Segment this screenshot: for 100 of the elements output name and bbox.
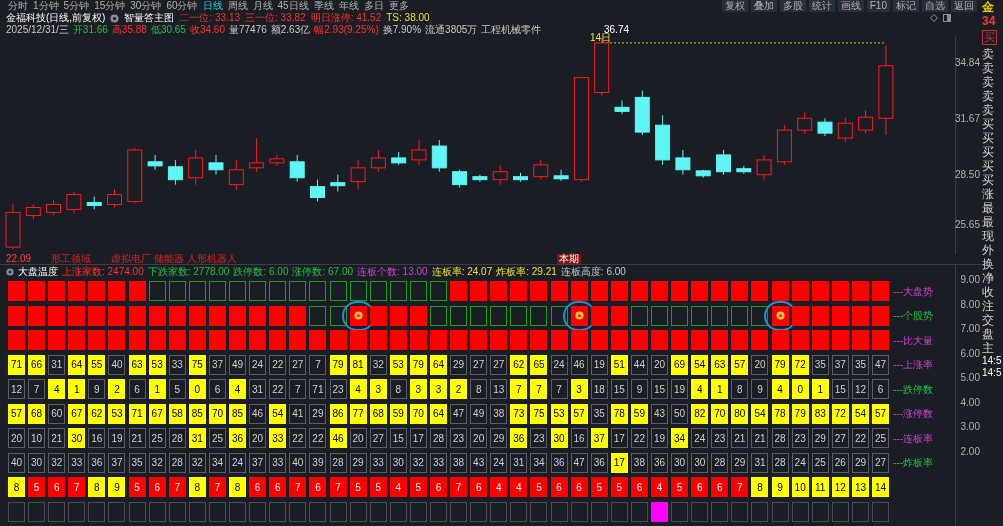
value-cell: 38 bbox=[450, 452, 468, 473]
value-cell: 37 bbox=[831, 354, 849, 375]
period-tab[interactable]: 更多 bbox=[388, 0, 409, 12]
candle bbox=[391, 151, 407, 166]
value-cell: 78 bbox=[771, 403, 789, 424]
count-cell: 7 bbox=[68, 477, 86, 497]
candle bbox=[269, 154, 285, 167]
value-cell: 28 bbox=[711, 452, 729, 473]
period-tab[interactable]: 30分钟 bbox=[130, 0, 162, 12]
period-tab[interactable]: 15分钟 bbox=[94, 0, 126, 12]
window-icon[interactable] bbox=[943, 14, 951, 22]
value-cell: 77 bbox=[349, 403, 367, 424]
toolbar-button[interactable]: 复权 bbox=[721, 0, 748, 12]
value-cell: 9 bbox=[88, 379, 106, 399]
value-cell: 4 bbox=[691, 379, 709, 399]
count-cell: 7 bbox=[168, 477, 186, 497]
candle bbox=[66, 191, 82, 214]
quote-field-label: 最 bbox=[982, 215, 994, 229]
value-cell: 20 bbox=[751, 354, 769, 375]
period-tab[interactable]: 月线 bbox=[252, 0, 273, 12]
value-cell: 63 bbox=[128, 354, 146, 375]
value-cell: 16 bbox=[570, 428, 588, 448]
value-cell: 59 bbox=[389, 403, 407, 424]
value-cell: 72 bbox=[831, 403, 849, 424]
value-cell: 62 bbox=[510, 354, 528, 375]
quote-field-label: 盘 bbox=[982, 327, 994, 341]
value-cell: 3 bbox=[570, 379, 588, 399]
quote-field-label: 外 bbox=[982, 243, 994, 257]
value-cell: 21 bbox=[48, 428, 66, 448]
period-tab[interactable]: 多日 bbox=[363, 0, 384, 12]
indicator-name[interactable]: 智量答主图 bbox=[124, 12, 175, 24]
period-tab[interactable]: 分时 bbox=[8, 0, 28, 12]
value-cell: 7 bbox=[309, 354, 327, 375]
stat-value: 连板率: 24.07 bbox=[431, 266, 493, 278]
value-cell: 1 bbox=[811, 379, 829, 399]
toolbar-button[interactable]: 叠加 bbox=[750, 0, 777, 12]
value-cell: 59 bbox=[630, 403, 648, 424]
value-cell: 75 bbox=[188, 354, 206, 375]
value-cell: 15 bbox=[610, 379, 628, 399]
value-cell: 37 bbox=[249, 452, 267, 473]
value-cell: 40 bbox=[108, 354, 126, 375]
candle bbox=[431, 139, 447, 173]
candle bbox=[452, 169, 468, 189]
value-cell: 23 bbox=[530, 428, 548, 448]
period-tab[interactable]: 周线 bbox=[227, 0, 248, 12]
value-cell: 1 bbox=[68, 379, 86, 399]
period-tab[interactable]: 1分钟 bbox=[33, 0, 59, 12]
count-cell: 6 bbox=[711, 477, 729, 497]
quote-item: 流通3805万 bbox=[425, 24, 478, 36]
count-cell: 11 bbox=[811, 477, 829, 497]
value-cell: 2 bbox=[108, 379, 126, 399]
toolbar-button[interactable]: 自选 bbox=[922, 0, 948, 12]
gear-icon[interactable] bbox=[110, 13, 120, 23]
candle bbox=[25, 203, 41, 220]
count-cell: 6 bbox=[630, 477, 648, 497]
row-label: ---跌停数 bbox=[893, 382, 934, 397]
price-tick: 34.84 bbox=[954, 56, 980, 69]
value-cell: 68 bbox=[28, 403, 46, 424]
period-tab[interactable]: 年线 bbox=[338, 0, 359, 12]
axis-tick: 9.00 bbox=[960, 274, 980, 286]
value-cell: 85 bbox=[188, 403, 206, 424]
value-cell: 4 bbox=[349, 379, 367, 399]
value-cell: 20 bbox=[249, 428, 267, 448]
value-cell: 19 bbox=[651, 428, 668, 448]
count-cell: 5 bbox=[349, 477, 367, 497]
toolbar-button[interactable]: 多股 bbox=[779, 0, 806, 12]
period-tab[interactable]: 日线 bbox=[202, 0, 223, 12]
count-cell: 6 bbox=[470, 477, 488, 497]
value-cell: 28 bbox=[329, 452, 347, 473]
period-tab[interactable]: 5分钟 bbox=[63, 0, 90, 12]
value-cell: 66 bbox=[28, 354, 46, 375]
value-cell: 24 bbox=[550, 354, 568, 375]
count-cell: 5 bbox=[590, 477, 608, 497]
period-tab[interactable]: 季线 bbox=[313, 0, 334, 12]
axis-tick: 3.00 bbox=[960, 421, 980, 433]
value-cell: 28 bbox=[771, 428, 789, 448]
candle bbox=[167, 159, 183, 186]
toolbar-button[interactable]: 返回 bbox=[951, 0, 977, 12]
toolbar-button[interactable]: 标记 bbox=[893, 0, 919, 12]
toolbar-button[interactable]: F10 bbox=[866, 0, 890, 12]
quote-field-label: 净 bbox=[982, 271, 994, 285]
value-cell: 6 bbox=[872, 379, 890, 399]
value-cell: 28 bbox=[429, 428, 447, 448]
period-tab[interactable]: 45日线 bbox=[277, 0, 309, 12]
value-cell: 62 bbox=[88, 403, 106, 424]
value-cell: 73 bbox=[510, 403, 528, 424]
gear-icon[interactable] bbox=[6, 268, 14, 276]
value-cell: 24 bbox=[249, 354, 267, 375]
value-cell: 27 bbox=[831, 428, 849, 448]
period-tab[interactable]: 60分钟 bbox=[166, 0, 198, 12]
toolbar-button[interactable]: 统计 bbox=[808, 0, 835, 12]
value-cell: 53 bbox=[148, 354, 166, 375]
value-cell: 85 bbox=[229, 403, 247, 424]
candle bbox=[817, 117, 833, 137]
quote-field-label: 卖 bbox=[982, 89, 994, 103]
value-cell: 29 bbox=[309, 403, 327, 424]
value-cell: 34 bbox=[671, 428, 689, 448]
value-cell: 32 bbox=[48, 452, 66, 473]
toolbar-button[interactable]: 画线 bbox=[837, 0, 864, 12]
value-cell: 25 bbox=[208, 428, 226, 448]
